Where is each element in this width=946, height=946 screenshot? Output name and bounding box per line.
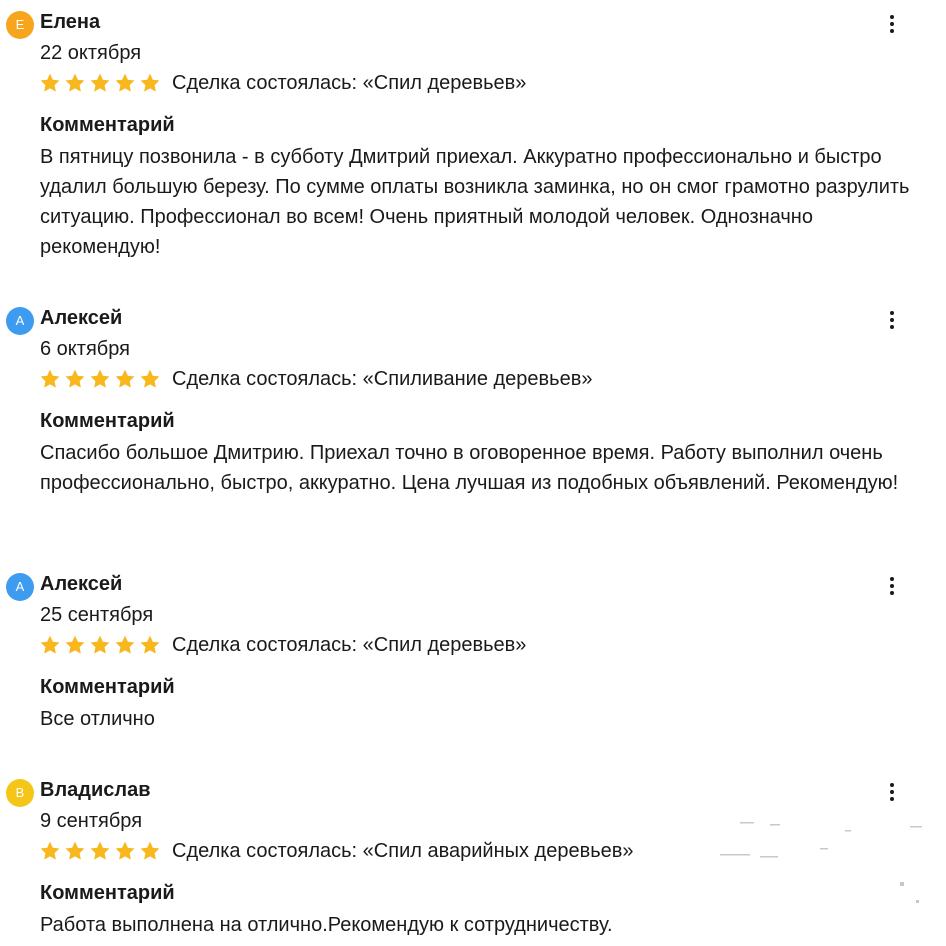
- more-vertical-icon-dot: [890, 325, 894, 329]
- more-vertical-icon-dot: [890, 318, 894, 322]
- comment-heading: Комментарий: [40, 410, 175, 432]
- comment-heading: Комментарий: [40, 676, 175, 698]
- review-date: 9 сентября: [40, 810, 143, 832]
- more-vertical-icon: [890, 577, 894, 581]
- star-icon: [115, 635, 135, 654]
- more-vertical-icon-dot: [890, 584, 894, 588]
- rating-row: Сделка состоялась: «Спиливание деревьев»: [39, 366, 592, 392]
- star-icon: [65, 369, 85, 388]
- comment-heading: Комментарий: [40, 882, 175, 904]
- deal-status: Сделка состоялась: «Спил аварийных дерев…: [172, 840, 634, 862]
- star-icon: [65, 635, 85, 654]
- star-rating: [39, 72, 164, 94]
- more-vertical-icon-dot: [890, 591, 894, 595]
- star-icon: [90, 635, 110, 654]
- star-rating: [39, 840, 164, 862]
- star-icon: [40, 635, 60, 654]
- rating-row: Сделка состоялась: «Спил деревьев»: [39, 632, 526, 658]
- more-options-button[interactable]: [880, 780, 904, 804]
- more-vertical-icon: [890, 783, 894, 787]
- star-icon: [90, 369, 110, 388]
- avatar[interactable]: А: [6, 573, 34, 601]
- deal-status: Сделка состоялась: «Спил деревьев»: [172, 634, 527, 656]
- rating-row: Сделка состоялась: «Спил аварийных дерев…: [39, 838, 634, 864]
- review-author: Алексей: [40, 307, 123, 329]
- star-icon: [115, 841, 135, 860]
- more-options-button[interactable]: [880, 308, 904, 332]
- more-vertical-icon-dot: [890, 29, 894, 33]
- more-options-button[interactable]: [880, 574, 904, 598]
- star-icon: [65, 73, 85, 92]
- star-icon: [140, 635, 160, 654]
- star-icon: [90, 841, 110, 860]
- deal-status: Сделка состоялась: «Спиливание деревьев»: [172, 368, 593, 390]
- more-vertical-icon: [890, 15, 894, 19]
- more-vertical-icon: [890, 311, 894, 315]
- star-icon: [140, 841, 160, 860]
- more-vertical-icon-dot: [890, 797, 894, 801]
- background-artifact: [720, 822, 922, 903]
- star-icon: [40, 841, 60, 860]
- comment-text: Работа выполнена на отлично.Рекомендую к…: [40, 914, 613, 936]
- more-options-button[interactable]: [880, 12, 904, 36]
- avatar[interactable]: В: [6, 779, 34, 807]
- star-icon: [140, 73, 160, 92]
- comment-text: В пятницу позвонила - в субботу Дмитрий …: [40, 146, 910, 258]
- review-author: Алексей: [40, 573, 123, 595]
- avatar[interactable]: А: [6, 307, 34, 335]
- review-author: Елена: [40, 11, 101, 33]
- deal-status: Сделка состоялась: «Спил деревьев»: [172, 72, 527, 94]
- star-icon: [115, 73, 135, 92]
- more-vertical-icon-dot: [890, 22, 894, 26]
- review-author: Владислав: [40, 779, 151, 801]
- star-icon: [115, 369, 135, 388]
- comment-text: Все отлично: [40, 708, 155, 730]
- star-icon: [65, 841, 85, 860]
- star-icon: [90, 73, 110, 92]
- star-rating: [39, 634, 164, 656]
- more-vertical-icon-dot: [890, 790, 894, 794]
- star-icon: [40, 73, 60, 92]
- rating-row: Сделка состоялась: «Спил деревьев»: [39, 70, 526, 96]
- star-icon: [40, 369, 60, 388]
- comment-text: Спасибо большое Дмитрию. Приехал точно в…: [40, 442, 899, 494]
- comment-heading: Комментарий: [40, 114, 175, 136]
- star-rating: [39, 368, 164, 390]
- review-date: 22 октября: [40, 42, 142, 64]
- review-date: 6 октября: [40, 338, 130, 360]
- star-icon: [140, 369, 160, 388]
- review-date: 25 сентября: [40, 604, 154, 626]
- avatar[interactable]: Е: [6, 11, 34, 39]
